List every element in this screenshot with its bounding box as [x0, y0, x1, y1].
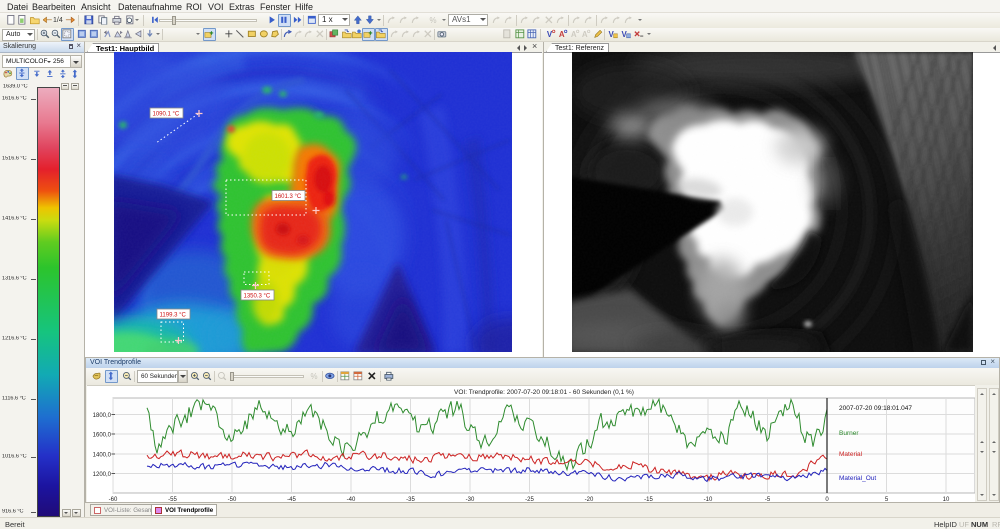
svg-text:A: A	[571, 30, 577, 39]
svg-text:%: %	[310, 372, 317, 381]
svg-text:2007-07-20 09:18:01.047: 2007-07-20 09:18:01.047	[839, 405, 912, 412]
svg-text:1200,0: 1200,0	[93, 472, 112, 478]
svg-text:1600,0: 1600,0	[93, 433, 112, 439]
svg-text:1601.3 °C: 1601.3 °C	[275, 194, 302, 200]
svg-text:V: V	[547, 30, 553, 39]
svg-text:Material: Material	[839, 451, 863, 458]
svg-text:1800,0: 1800,0	[93, 413, 112, 419]
svg-text:Burner: Burner	[839, 430, 859, 437]
svg-text:1090.1 °C: 1090.1 °C	[153, 112, 180, 118]
svg-text:A: A	[582, 30, 588, 39]
svg-text:%: %	[429, 16, 436, 25]
svg-text:1400,0: 1400,0	[93, 453, 112, 459]
svg-text:VOI: Trendprofile: 2007-07-20: VOI: Trendprofile: 2007-07-20 09:18:01 -…	[454, 389, 634, 396]
svg-text:Material_Out: Material_Out	[839, 475, 876, 482]
svg-text:1199.3 °C: 1199.3 °C	[160, 313, 187, 319]
svg-text:1350.3 °C: 1350.3 °C	[244, 294, 271, 300]
svg-text:A: A	[559, 30, 565, 39]
